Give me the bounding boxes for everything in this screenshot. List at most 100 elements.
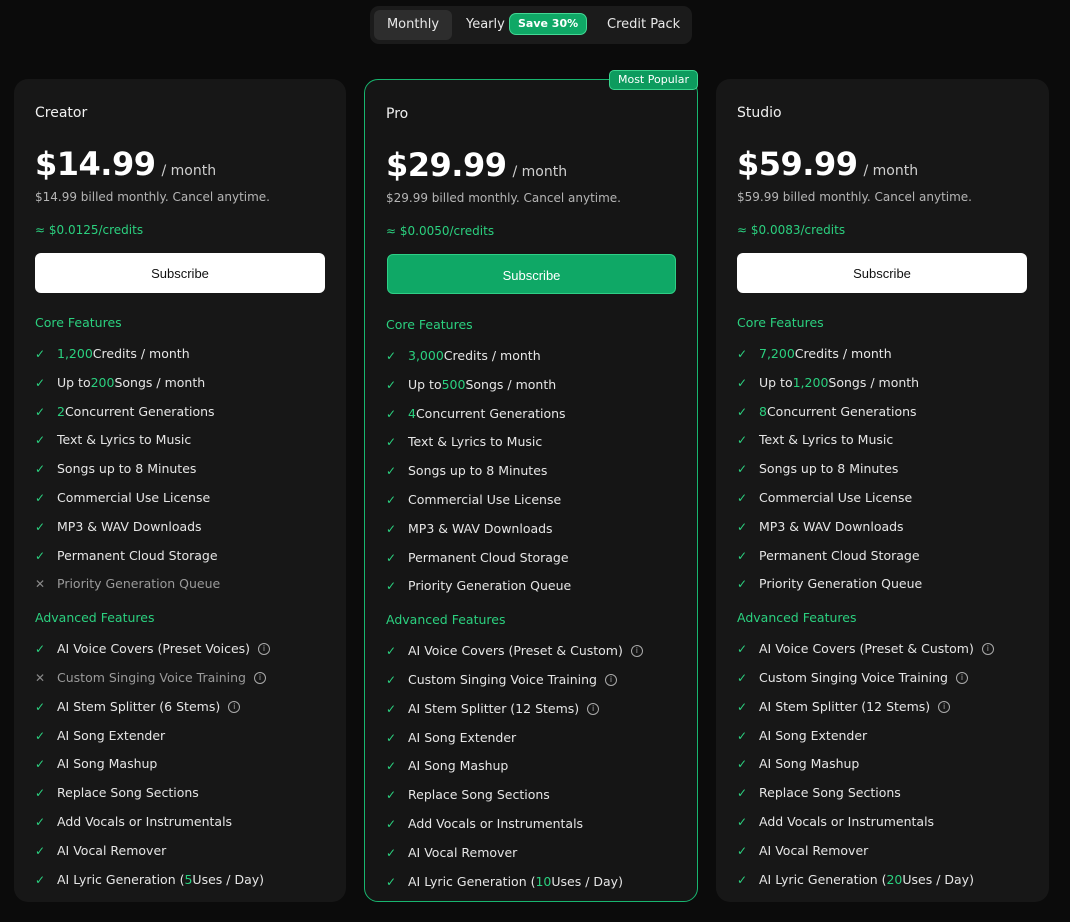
feature-label: Permanent Cloud Storage xyxy=(759,548,920,563)
info-icon[interactable]: i xyxy=(938,701,951,713)
feature-item: ✓ Permanent Cloud Storage xyxy=(35,546,218,566)
feature-value: 7,200 xyxy=(759,346,795,361)
most-popular-badge: Most Popular xyxy=(608,70,698,90)
info-icon[interactable]: i xyxy=(587,703,600,715)
check-icon: ✓ xyxy=(737,491,748,505)
feature-label: Replace Song Sections xyxy=(57,785,199,800)
feature-label: Permanent Cloud Storage xyxy=(57,548,218,563)
feature-label: Add Vocals or Instrumentals xyxy=(759,814,935,829)
feature-item: ✓ Permanent Cloud Storage xyxy=(386,548,569,568)
feature-item: ✓ AI Lyric Generation ( 5 Uses / Day) xyxy=(35,870,264,890)
feature-label: AI Song Extender xyxy=(57,728,166,743)
subscribe-button[interactable]: Subscribe xyxy=(35,253,325,293)
feature-item: ✓ AI Vocal Remover xyxy=(737,841,868,861)
check-icon: ✓ xyxy=(35,491,46,505)
tab-credit-pack[interactable]: Credit Pack xyxy=(607,10,680,40)
check-icon: ✓ xyxy=(35,520,46,534)
tab-yearly[interactable]: Yearly xyxy=(466,10,505,40)
feature-label: Custom Singing Voice Training xyxy=(57,670,246,685)
feature-item: ✓ 2 Concurrent Generations xyxy=(35,402,215,422)
check-icon: ✓ xyxy=(35,642,46,656)
plan-price: $14.99 xyxy=(35,145,156,183)
info-icon[interactable]: i xyxy=(630,645,643,657)
info-icon[interactable]: i xyxy=(254,672,266,684)
feature-item: ✓ Priority Generation Queue xyxy=(386,576,571,596)
feature-item: ✓ Replace Song Sections xyxy=(35,783,199,803)
feature-prefix: AI Lyric Generation ( xyxy=(408,874,536,889)
check-icon: ✓ xyxy=(737,844,748,858)
feature-label: Uses / Day) xyxy=(551,874,623,889)
feature-item: ✓ AI Stem Splitter (12 Stems) i xyxy=(737,697,951,717)
check-icon: ✓ xyxy=(386,759,397,773)
plan-name: Creator xyxy=(35,105,88,121)
subscribe-button[interactable]: Subscribe xyxy=(387,254,676,294)
check-icon: ✓ xyxy=(386,349,397,363)
info-icon[interactable]: i xyxy=(981,643,994,655)
core-features-heading: Core Features xyxy=(386,317,473,332)
feature-label: Credits / month xyxy=(92,346,190,361)
feature-label: AI Song Extender xyxy=(408,730,517,745)
feature-label: Songs / month xyxy=(465,377,557,392)
feature-item: ✕ Priority Generation Queue xyxy=(35,574,220,594)
feature-item: ✓ AI Voice Covers (Preset & Custom) i xyxy=(386,641,643,661)
feature-label: Songs up to 8 Minutes xyxy=(57,461,197,476)
feature-item: ✓ MP3 & WAV Downloads xyxy=(737,517,904,537)
check-icon: ✓ xyxy=(35,462,46,476)
feature-label: Commercial Use License xyxy=(759,490,913,505)
feature-item: ✓ AI Vocal Remover xyxy=(386,843,517,863)
plan-card-creator: Creator $14.99 / month $14.99 billed mont… xyxy=(14,79,346,902)
check-icon: ✓ xyxy=(737,729,748,743)
info-icon[interactable]: i xyxy=(956,672,968,684)
feature-label: Songs up to 8 Minutes xyxy=(759,461,899,476)
price-row: $29.99 / month xyxy=(386,146,567,184)
feature-item: ✓ Priority Generation Queue xyxy=(737,574,922,594)
feature-value: 1,200 xyxy=(57,346,93,361)
check-icon: ✓ xyxy=(386,378,397,392)
advanced-features-heading: Advanced Features xyxy=(737,610,857,625)
price-row: $59.99 / month xyxy=(737,145,918,183)
feature-label: AI Voice Covers (Preset Voices) xyxy=(57,641,251,656)
feature-item: ✓ Songs up to 8 Minutes xyxy=(737,459,898,479)
feature-label: Replace Song Sections xyxy=(759,785,901,800)
check-icon: ✓ xyxy=(737,786,748,800)
info-icon[interactable]: i xyxy=(605,674,617,686)
billing-note: $14.99 billed monthly. Cancel anytime. xyxy=(35,190,270,204)
core-features-heading: Core Features xyxy=(35,315,122,330)
feature-label: AI Song Mashup xyxy=(408,758,509,773)
plan-card-studio: Studio $59.99 / month $59.99 billed month… xyxy=(716,79,1049,902)
feature-item: ✓ AI Song Extender xyxy=(386,728,516,748)
check-icon: ✓ xyxy=(737,815,748,829)
save-badge: Save 30% xyxy=(510,14,587,34)
check-icon: ✓ xyxy=(386,407,397,421)
feature-item: ✓ Replace Song Sections xyxy=(737,783,901,803)
tab-monthly[interactable]: Monthly xyxy=(374,10,452,40)
check-icon: ✓ xyxy=(386,464,397,478)
feature-label: Text & Lyrics to Music xyxy=(57,432,192,447)
feature-item: ✓ AI Stem Splitter (12 Stems) i xyxy=(386,699,600,719)
feature-value: 5 xyxy=(184,872,193,887)
subscribe-button[interactable]: Subscribe xyxy=(737,253,1027,293)
feature-item: ✓ Custom Singing Voice Training i xyxy=(737,668,968,688)
check-icon: ✓ xyxy=(35,786,46,800)
info-icon[interactable]: i xyxy=(228,701,241,713)
feature-item: ✓ AI Voice Covers (Preset Voices) i xyxy=(35,639,271,659)
feature-item: ✓ Commercial Use License xyxy=(35,488,210,508)
feature-item: ✓ Up to 200 Songs / month xyxy=(35,373,205,393)
feature-label: Priority Generation Queue xyxy=(57,576,221,591)
feature-item: ✓ Up to 1,200 Songs / month xyxy=(737,373,919,393)
feature-label: AI Stem Splitter (6 Stems) xyxy=(57,699,221,714)
feature-item: ✓ Songs up to 8 Minutes xyxy=(386,461,547,481)
feature-label: AI Vocal Remover xyxy=(408,845,518,860)
feature-item: ✓ 1,200 Credits / month xyxy=(35,344,190,364)
price-period: / month xyxy=(512,164,568,180)
price-row: $14.99 / month xyxy=(35,145,216,183)
info-icon[interactable]: i xyxy=(258,643,271,655)
feature-label: MP3 & WAV Downloads xyxy=(759,519,904,534)
feature-item: ✓ Add Vocals or Instrumentals xyxy=(386,814,583,834)
feature-value: 500 xyxy=(441,377,466,392)
check-icon: ✓ xyxy=(386,644,397,658)
feature-value: 1,200 xyxy=(792,375,829,390)
feature-item: ✓ AI Voice Covers (Preset & Custom) i xyxy=(737,639,994,659)
feature-item: ✓ AI Song Extender xyxy=(35,726,165,746)
check-icon: ✓ xyxy=(737,433,748,447)
